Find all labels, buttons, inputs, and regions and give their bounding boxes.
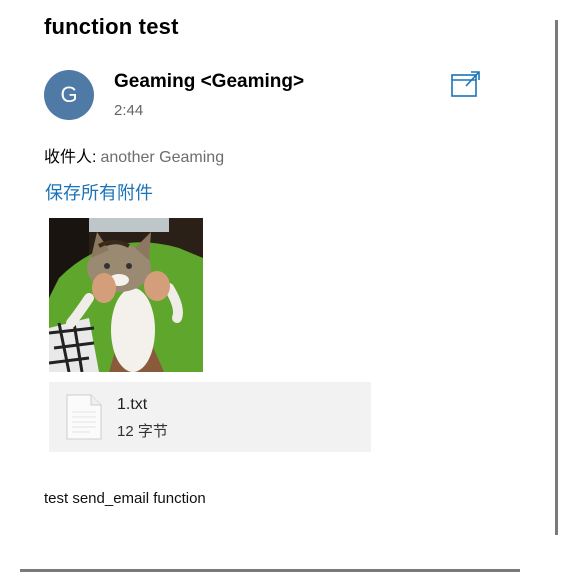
recipient-label: 收件人: bbox=[44, 149, 97, 166]
open-in-new-window-icon[interactable] bbox=[450, 70, 481, 98]
image-attachment-thumbnail[interactable] bbox=[49, 218, 203, 372]
email-body-text: test send_email function bbox=[44, 490, 206, 507]
sender-avatar: G bbox=[44, 70, 94, 120]
file-name: 1.txt bbox=[117, 396, 148, 413]
recipient-name[interactable]: another Geaming bbox=[100, 149, 224, 166]
sent-time: 2:44 bbox=[114, 102, 144, 119]
email-subject: function test bbox=[44, 14, 179, 39]
avatar-initial: G bbox=[60, 82, 78, 107]
sender-name[interactable]: Geaming <Geaming> bbox=[114, 71, 304, 93]
horizontal-scrollbar[interactable] bbox=[20, 569, 520, 572]
vertical-scrollbar[interactable] bbox=[555, 20, 558, 535]
cat-photo-icon bbox=[49, 218, 203, 372]
text-file-icon bbox=[66, 394, 102, 440]
file-attachment-card[interactable]: 1.txt 12 字节 bbox=[49, 382, 371, 452]
recipient-line: 收件人: another Geaming bbox=[44, 143, 224, 167]
file-size: 12 字节 bbox=[117, 423, 168, 440]
save-all-attachments-link[interactable]: 保存所有附件 bbox=[45, 179, 153, 205]
